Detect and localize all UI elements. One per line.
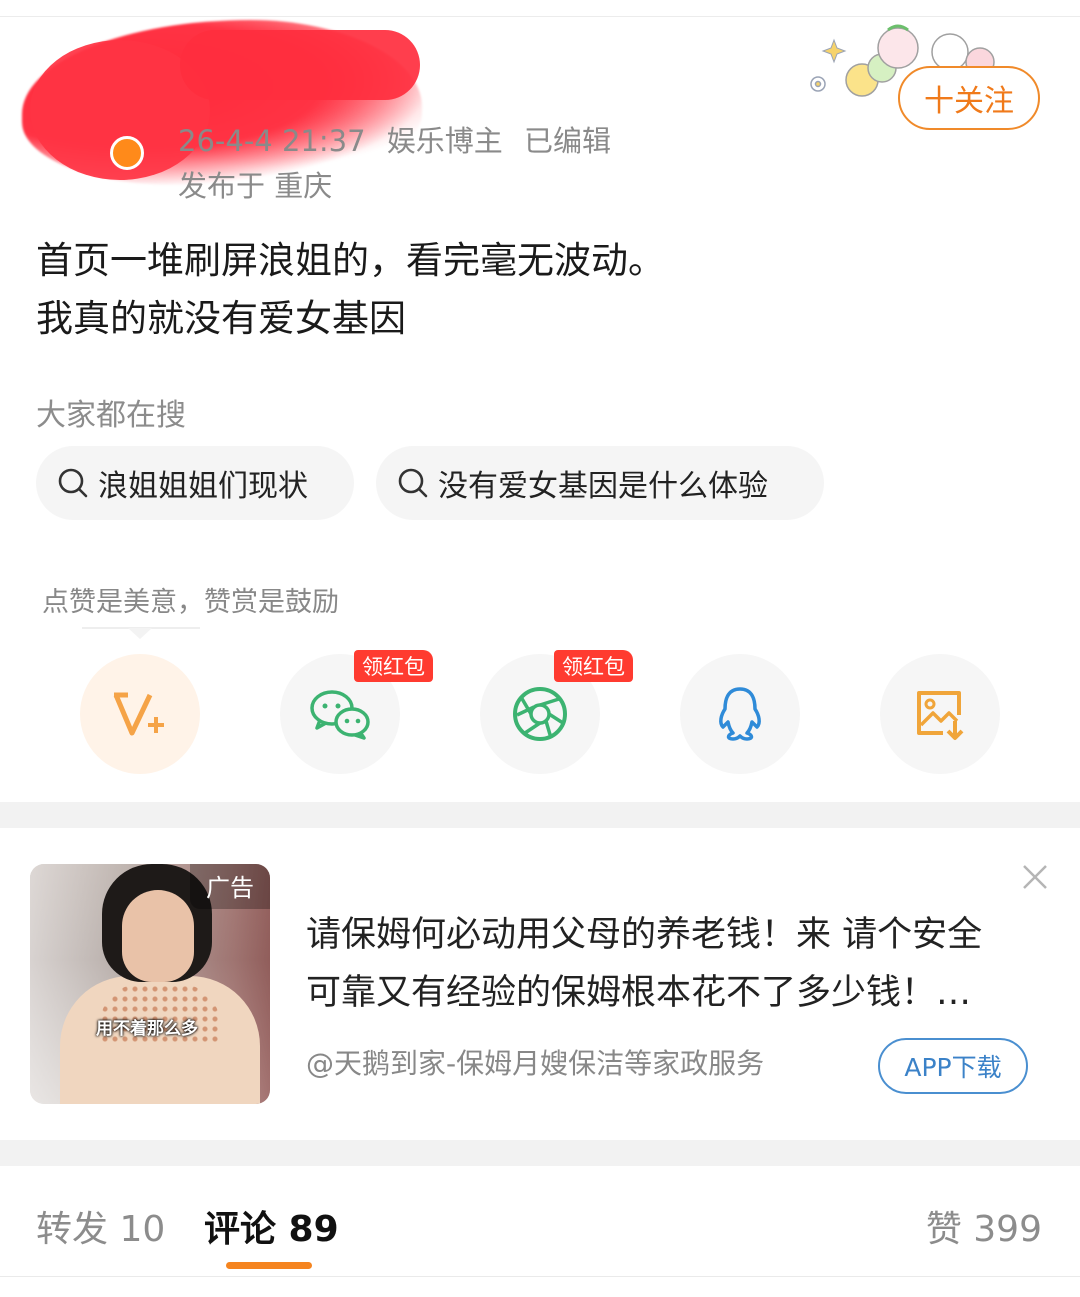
bottom-divider: [0, 1276, 1080, 1277]
follow-button[interactable]: 十关注: [898, 66, 1040, 130]
moments-icon: [513, 687, 567, 741]
top-divider: [0, 16, 1080, 17]
app-download-button[interactable]: APP下载: [878, 1038, 1028, 1094]
ad-tag: 广告: [190, 864, 270, 909]
post-meta: 26-4-4 21:37 娱乐博主 已编辑: [178, 118, 623, 160]
v-plus-icon: [113, 692, 164, 736]
tip-caret: [128, 628, 152, 639]
post-line-1: 首页一堆刷屏浪姐的，看完毫无波动。: [36, 239, 665, 282]
red-packet-badge: 领红包: [554, 650, 633, 682]
ad-image-figure-face: [122, 890, 194, 982]
author-role: 娱乐博主: [386, 124, 503, 158]
ad-headline-line-1: 请保姆何必动用父母的养老钱！来 请个安全: [306, 915, 983, 955]
trending-search-label: 大家都在搜: [36, 398, 186, 433]
post-timestamp: 26-4-4 21:37: [178, 124, 366, 158]
section-divider: [0, 1140, 1080, 1166]
ad-image-caption: 用不着那么多: [96, 1019, 198, 1039]
wechat-icon: [310, 690, 370, 740]
post-line-2: 我真的就没有爱女基因: [36, 297, 406, 340]
save-image-button[interactable]: [880, 654, 1000, 774]
close-icon[interactable]: [1020, 862, 1050, 892]
ad-image[interactable]: 广告 用不着那么多: [30, 864, 270, 1104]
reward-tip-text: 点赞是美意，赞赏是鼓励: [42, 587, 339, 618]
tab-likes[interactable]: 赞 399: [926, 1200, 1042, 1252]
ad-headline[interactable]: 请保姆何必动用父母的养老钱！来 请个安全 可靠又有经验的保姆根本花不了多少钱！…: [306, 906, 1036, 1022]
search-chip-label: 浪姐姐姐们现状: [98, 469, 308, 504]
tab-forward[interactable]: 转发 10: [36, 1200, 165, 1252]
redacted-name-scribble: [180, 30, 420, 100]
ad-source: @天鹅到家-保姆月嫂保洁等家政服务: [306, 1047, 765, 1080]
edited-label: 已编辑: [523, 124, 611, 158]
post-body: 首页一堆刷屏浪姐的，看完毫无波动。 我真的就没有爱女基因: [36, 232, 1036, 348]
search-chip-1[interactable]: 浪姐姐姐们现状: [36, 446, 354, 520]
ad-headline-line-2: 可靠又有经验的保姆根本花不了多少钱！…: [306, 973, 972, 1013]
red-packet-badge: 领红包: [354, 650, 433, 682]
tab-comments[interactable]: 评论 89: [204, 1200, 339, 1252]
section-divider: [0, 802, 1080, 828]
qq-icon: [719, 687, 761, 741]
search-chip-label: 没有爱女基因是什么体验: [438, 469, 768, 504]
verified-badge-icon: [110, 136, 144, 170]
search-icon: [58, 468, 88, 498]
search-chip-2[interactable]: 没有爱女基因是什么体验: [376, 446, 824, 520]
post-location: 发布于 重庆: [178, 169, 333, 203]
save-image-icon: [917, 691, 964, 740]
v-plus-button[interactable]: [80, 654, 200, 774]
share-qq-button[interactable]: [680, 654, 800, 774]
search-icon: [398, 468, 428, 498]
active-tab-indicator: [226, 1262, 312, 1269]
